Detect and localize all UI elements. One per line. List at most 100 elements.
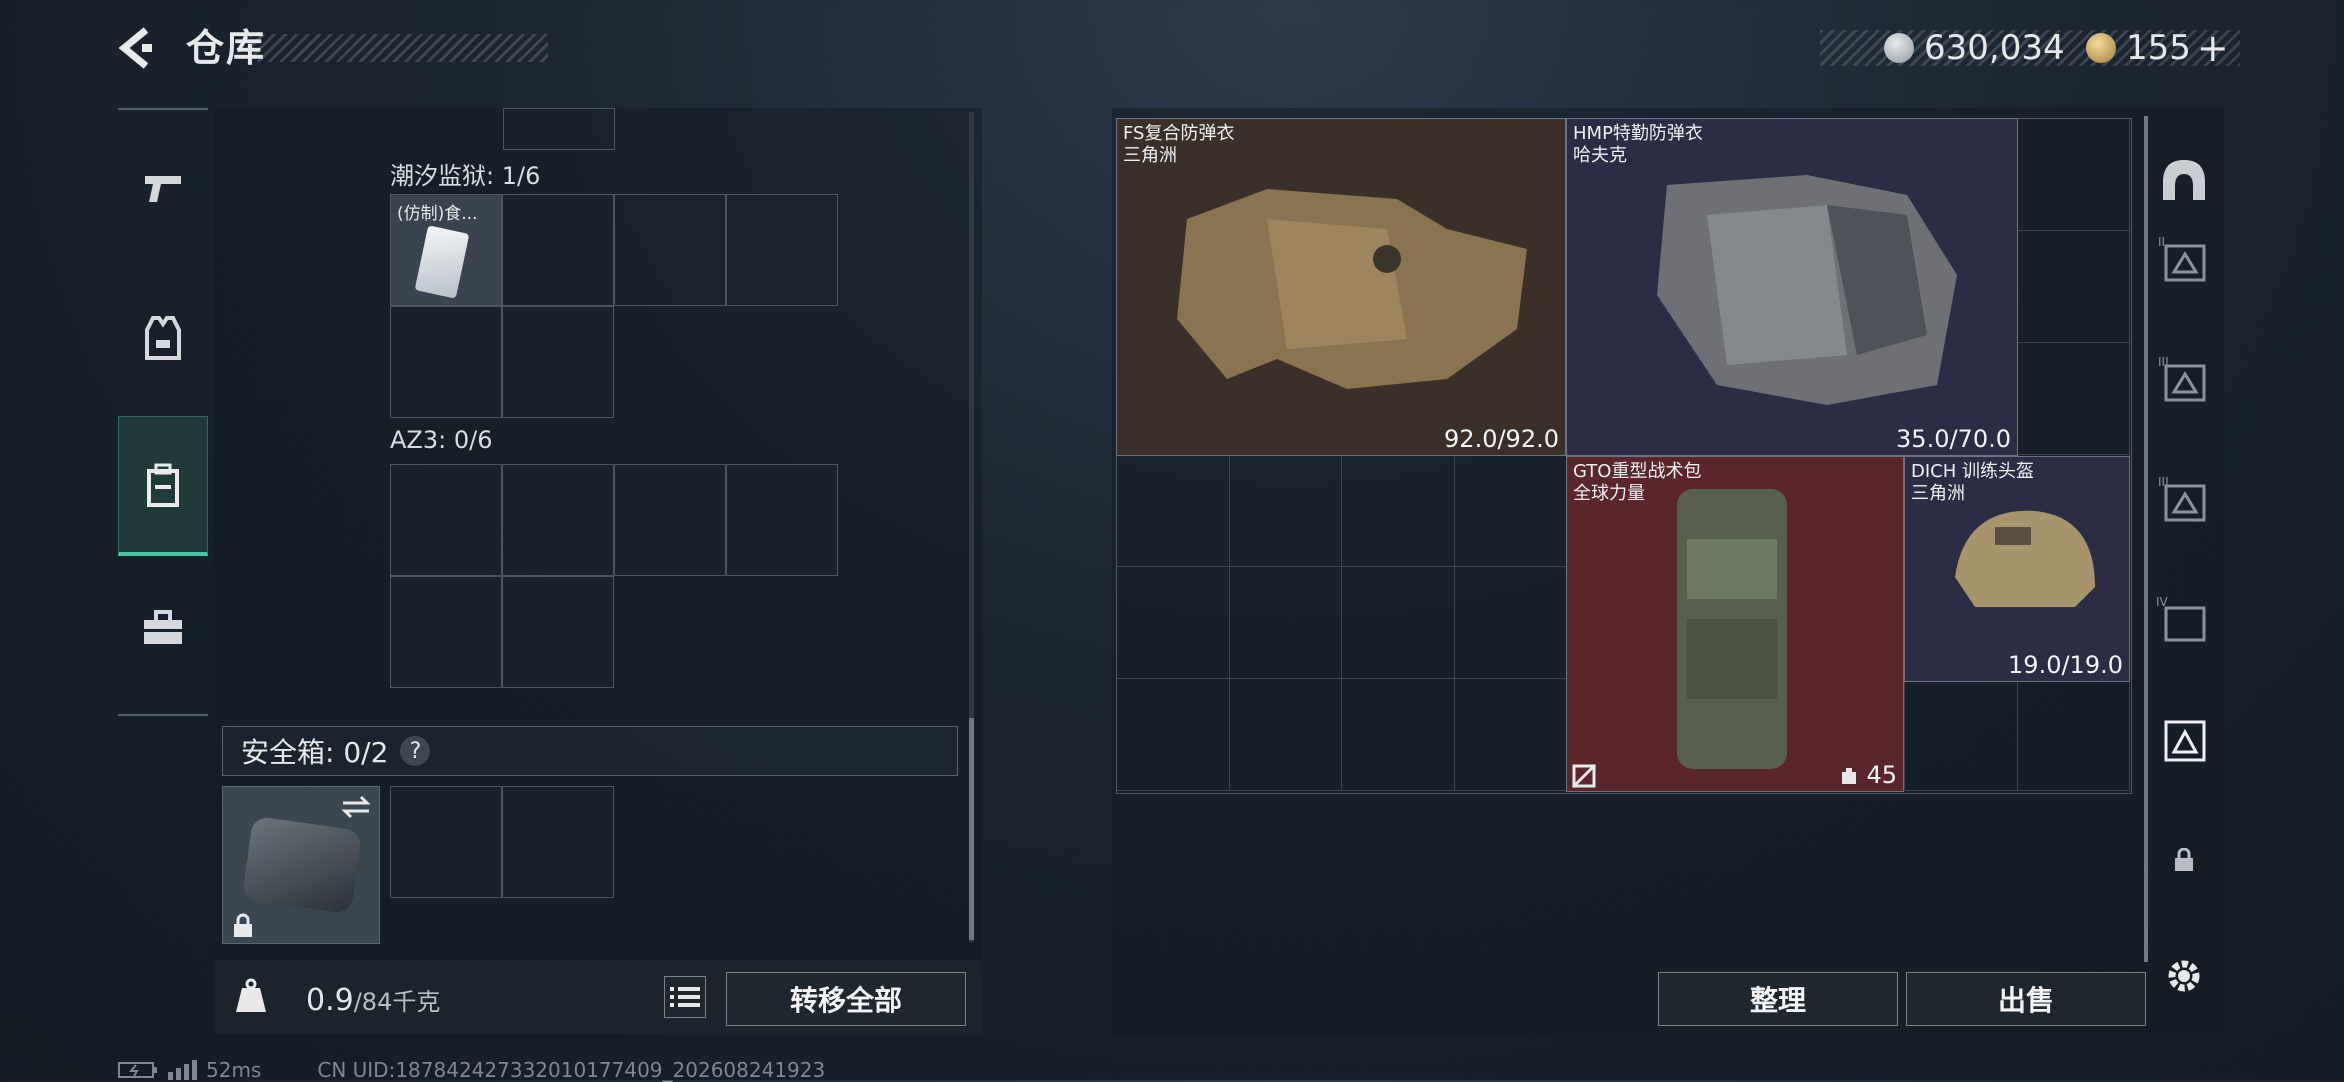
gear-icon[interactable] <box>2156 948 2212 1004</box>
pistol-icon <box>145 176 181 202</box>
briefcase-icon <box>144 610 182 644</box>
grid-cell[interactable] <box>390 306 502 418</box>
sidebar-item-weapon[interactable] <box>118 118 208 258</box>
grid-cell[interactable] <box>390 786 502 898</box>
help-button[interactable]: ? <box>400 736 431 766</box>
storage-grid-cell[interactable] <box>1117 455 1230 567</box>
right-scrollbar[interactable] <box>2144 116 2148 962</box>
weight-value: 0.9 <box>306 983 354 1018</box>
battery-icon <box>118 1062 157 1078</box>
vest-icon <box>145 316 181 360</box>
grid-cell[interactable] <box>502 786 614 898</box>
storage-grid-cell[interactable] <box>1905 679 2018 791</box>
add-currency-button[interactable]: + <box>2197 26 2229 70</box>
silver-currency: 630,034 <box>1884 26 2065 70</box>
title-decoration <box>250 34 548 62</box>
armor-vest-image <box>1657 175 1957 405</box>
armor-slot-iv-icon[interactable]: IV <box>2156 592 2212 648</box>
storage-grid-cell[interactable] <box>1454 567 1568 679</box>
uid-text: CN UID:187842427332010177409_20260824192… <box>317 1058 826 1082</box>
armor-slot-iii-icon[interactable]: III <box>2156 352 2212 408</box>
swap-icon[interactable] <box>339 793 373 821</box>
signal-icon <box>168 1060 197 1080</box>
storage-grid-cell[interactable] <box>1229 679 1343 791</box>
grid-cell[interactable] <box>390 576 502 688</box>
capacity-icon <box>1842 768 1857 784</box>
status-bar: 52ms CN UID:187842427332010177409_202608… <box>118 1058 825 1082</box>
sidebar-item-backpack[interactable] <box>118 416 208 556</box>
sell-button[interactable]: 出售 <box>1906 972 2146 1026</box>
ping-value: 52ms <box>206 1058 262 1082</box>
storage-grid-cell[interactable] <box>1454 679 1568 791</box>
grid-cell[interactable] <box>502 194 614 306</box>
storage-grid-cell[interactable] <box>1342 455 1455 567</box>
transfer-all-button[interactable]: 转移全部 <box>726 972 966 1026</box>
storage-grid-cell[interactable] <box>2017 343 2131 455</box>
left-scroll-thumb[interactable] <box>969 718 974 940</box>
helmet-image <box>1955 510 2095 607</box>
durability: 19.0/19.0 <box>2008 651 2123 679</box>
chevron-left-icon <box>118 27 152 69</box>
gold-coin-icon <box>2086 33 2116 63</box>
back-button[interactable] <box>112 22 164 74</box>
armor-slot-active-icon[interactable] <box>2156 712 2212 768</box>
storage-grid-cell[interactable] <box>1117 567 1230 679</box>
page-title: 仓库 <box>186 26 267 70</box>
backpack-image <box>1677 489 1787 769</box>
grid-item-slot[interactable]: (仿制)食... <box>390 194 502 306</box>
sort-button[interactable]: 整理 <box>1658 972 1898 1026</box>
storage-grid-cell[interactable] <box>1229 455 1343 567</box>
armor-slot-iii-icon-2[interactable]: III <box>2156 472 2212 528</box>
storage-item-fs-armor[interactable]: FS复合防弹衣 三角洲 92.0/92.0 <box>1116 118 1566 456</box>
lock-slot-icon <box>2156 832 2212 888</box>
storage-item-dich-helmet[interactable]: DICH 训练头盔 三角洲 19.0/19.0 <box>1904 456 2130 682</box>
grid-cell[interactable] <box>726 194 838 306</box>
safebox-image <box>241 815 363 915</box>
storage-grid-cell[interactable] <box>1342 679 1455 791</box>
storage-grid-cell[interactable] <box>1117 679 1230 791</box>
grid-cell[interactable] <box>614 464 726 576</box>
durability: 35.0/70.0 <box>1896 425 2011 453</box>
sidebar-item-armor[interactable] <box>118 268 208 408</box>
storage-grid-cell[interactable] <box>1229 567 1343 679</box>
list-icon <box>670 987 700 1007</box>
storage-item-hmp-armor[interactable]: HMP特勤防弹衣 哈夫克 35.0/70.0 <box>1566 118 2018 456</box>
safebox-header: 安全箱: 0/2 ? <box>222 726 958 776</box>
sidebar-item-case[interactable] <box>118 558 208 698</box>
item-card-image <box>414 225 470 299</box>
backpack-icon <box>147 463 179 507</box>
item-name: (仿制)食... <box>397 204 478 224</box>
weight-icon <box>236 978 266 1012</box>
storage-grid-cell[interactable] <box>2017 231 2131 343</box>
container-label: AZ3: 0/6 <box>390 426 493 454</box>
storage-grid-cell[interactable] <box>1454 455 1568 567</box>
list-view-button[interactable] <box>664 976 706 1018</box>
grid-cell[interactable] <box>614 194 726 306</box>
storage-item-gto-backpack[interactable]: GTO重型战术包 全球力量 45 <box>1566 456 1904 792</box>
grid-cell[interactable] <box>390 464 502 576</box>
no-insure-icon <box>1571 763 1597 789</box>
durability: 92.0/92.0 <box>1444 425 1559 453</box>
weight-readout: 0.9/84千克 <box>306 982 440 1018</box>
weight-capacity: /84千克 <box>353 988 441 1016</box>
safebox-item[interactable] <box>222 786 380 944</box>
grid-cell[interactable] <box>502 464 614 576</box>
grid-cell[interactable] <box>502 576 614 688</box>
safebox-label: 安全箱: 0/2 <box>241 736 389 769</box>
gold-currency[interactable]: 155 + <box>2086 26 2229 70</box>
storage-grid-cell[interactable] <box>1342 567 1455 679</box>
grid-cell[interactable] <box>503 108 615 150</box>
armor-slot-ii-icon[interactable]: II <box>2156 232 2212 288</box>
category-sidebar <box>118 108 208 716</box>
container-label: 潮汐监狱: 1/6 <box>390 162 541 190</box>
grid-cell[interactable] <box>502 306 614 418</box>
silver-coin-icon <box>1884 33 1914 63</box>
capacity: 45 <box>1838 761 1897 789</box>
storage-grid-cell[interactable] <box>2017 119 2131 231</box>
helmet-slot-icon[interactable] <box>2156 152 2212 208</box>
armor-vest-image <box>1177 189 1527 389</box>
grid-cell[interactable] <box>726 464 838 576</box>
svg-text:II: II <box>2158 235 2165 249</box>
lock-icon <box>234 913 252 937</box>
storage-grid-cell[interactable] <box>2017 679 2131 791</box>
